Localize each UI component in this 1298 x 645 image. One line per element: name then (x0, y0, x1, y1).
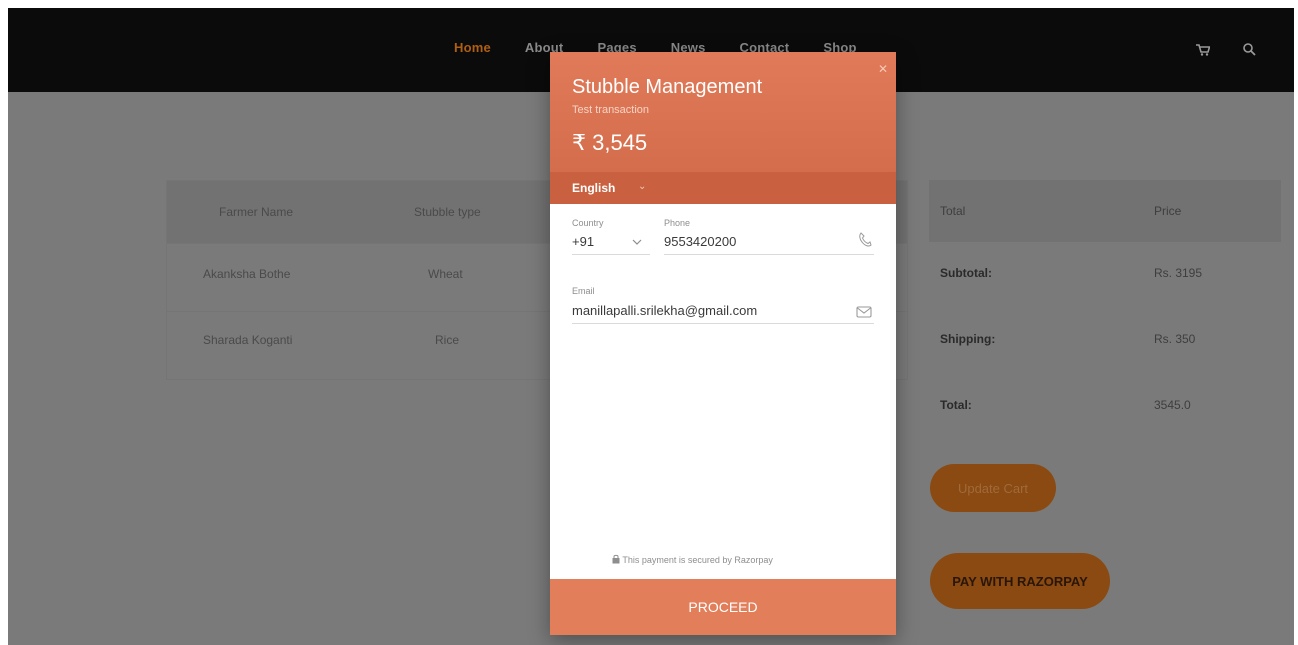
nav-home[interactable]: Home (454, 40, 491, 55)
language-label: English (572, 181, 616, 195)
email-label: Email (572, 286, 595, 296)
phone-label: Phone (664, 218, 691, 228)
language-selector[interactable]: English ⌄ (550, 172, 896, 204)
shopping-cart-icon[interactable] (1196, 44, 1210, 56)
payment-amount: ₹ 3,545 (572, 130, 648, 155)
close-icon[interactable]: ✕ (878, 62, 888, 76)
search-icon[interactable] (1242, 42, 1256, 56)
lock-icon (612, 554, 620, 564)
pay-with-razorpay-button[interactable]: PAY WITH RAZORPAY (930, 553, 1110, 609)
proceed-button[interactable]: PROCEED (550, 579, 896, 635)
country-underline (572, 254, 650, 255)
phone-icon (859, 232, 872, 247)
shipping-value: Rs. 350 (1154, 332, 1196, 346)
email-field[interactable]: manillapalli.srilekha@gmail.com (572, 303, 757, 318)
country-label: Country (572, 218, 604, 228)
header-farmer-name: Farmer Name (219, 205, 294, 219)
transaction-mode: Test transaction (572, 104, 650, 116)
shipping-label: Shipping: (940, 332, 996, 346)
modal-body: Country +91 Phone 9553420200 Email manil… (550, 204, 896, 579)
phone-underline (664, 254, 874, 255)
phone-field[interactable]: 9553420200 (664, 234, 736, 249)
chevron-down-icon: ⌄ (638, 181, 647, 192)
country-code-select[interactable]: +91 (572, 234, 594, 249)
totals-header-price: Price (1154, 204, 1182, 218)
totals-header-total: Total (940, 204, 966, 218)
row1-stubble-type: Wheat (428, 267, 463, 281)
security-note-text: This payment is secured by Razorpay (622, 555, 773, 565)
razorpay-checkout-modal: Stubble Management Test transaction ₹ 3,… (550, 52, 896, 635)
row1-farmer-name: Akanksha Bothe (203, 267, 291, 281)
header-stubble-type: Stubble type (414, 205, 481, 219)
totals-header (929, 180, 1281, 242)
update-cart-button[interactable]: Update Cart (930, 464, 1056, 512)
modal-header: Stubble Management Test transaction ₹ 3,… (550, 52, 896, 172)
chevron-down-icon (632, 239, 642, 245)
merchant-title: Stubble Management (572, 76, 763, 98)
total-label: Total: (940, 398, 972, 412)
subtotal-value: Rs. 3195 (1154, 266, 1203, 280)
subtotal-label: Subtotal: (940, 266, 992, 280)
security-note: This payment is secured by Razorpay (612, 554, 773, 565)
total-value: 3545.0 (1154, 398, 1191, 412)
page-frame: Home About Pages News Contact Shop Farme… (8, 8, 1294, 645)
row2-stubble-type: Rice (435, 333, 460, 347)
row2-farmer-name: Sharada Koganti (203, 333, 293, 347)
email-underline (572, 323, 874, 324)
envelope-icon (856, 306, 872, 318)
